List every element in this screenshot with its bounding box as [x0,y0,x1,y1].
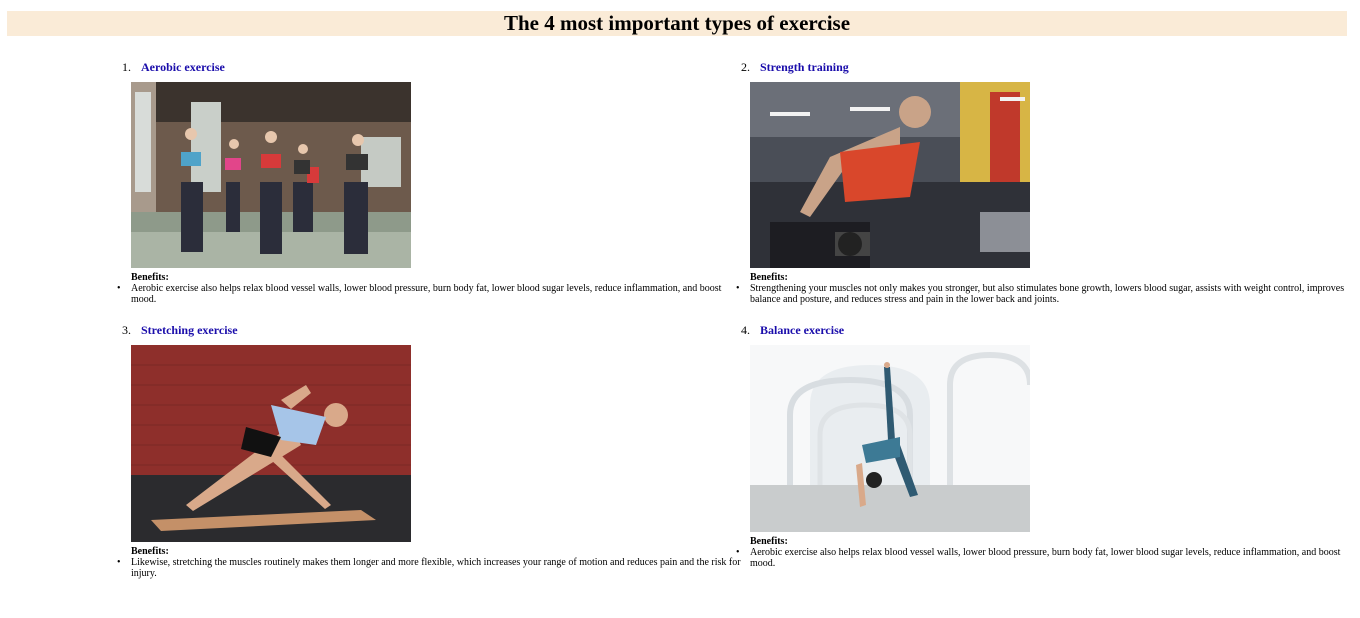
bullet-icon: • [736,283,740,294]
balance-exercise-photo [750,345,1030,532]
exercise-card-strength: 2. Strength training Benefits: • Strength… [736,58,1360,305]
bullet-icon: • [117,557,121,568]
strength-training-link[interactable]: Strength training [760,58,849,76]
exercise-card-aerobic: 1. Aerobic exercise Benefits: • Aerobic … [117,58,741,305]
page-title: The 4 most important types of exercise [7,11,1347,36]
list-number: 4. [741,323,750,337]
exercise-card-balance: 4. Balance exercise Benefits: •Aerobic [736,321,1360,569]
list-item: • Strengthening your muscles not only mak… [736,283,1350,305]
benefits-section: Benefits: • Aerobic exercise also helps r… [117,272,743,305]
benefits-label: Benefits: [750,272,788,283]
list-number: 3. [122,323,131,337]
list-item: • Likewise, stretching the muscles routin… [117,557,743,579]
benefits-label: Benefits: [131,272,169,283]
list-number: 2. [741,60,750,74]
card-title-row: 1. Aerobic exercise [122,58,741,76]
list-item: • Aerobic exercise also helps relax blood… [117,283,743,305]
aerobic-exercise-photo [131,82,411,268]
benefits-section: Benefits: • Strengthening your muscles no… [736,272,1350,305]
benefits-list: • Aerobic exercise also helps relax blood… [117,283,743,305]
benefits-list: • Likewise, stretching the muscles routin… [117,557,743,579]
benefit-text: Aerobic exercise also helps relax blood … [750,547,1341,569]
benefits-section: Benefits: • Aerobic exercise also helps r… [736,536,1356,569]
benefit-text: Strengthening your muscles not only make… [750,283,1345,305]
aerobic-exercise-link[interactable]: Aerobic exercise [141,58,225,76]
benefits-label: Benefits: [131,546,169,557]
strength-training-photo [750,82,1030,268]
exercise-card-stretching: 3. Stretching exercise Benefits: • Likewi… [117,321,741,579]
card-title-row: 4. Balance exercise [741,321,1360,339]
benefits-section: Benefits: • Likewise, stretching the musc… [117,546,743,579]
bullet-icon: • [117,283,121,294]
card-title-row: 2. Strength training [741,58,1360,76]
list-item: • Aerobic exercise also helps relax blood… [736,547,1356,569]
benefits-list: • Strengthening your muscles not only mak… [736,283,1350,305]
benefit-text: Aerobic exercise also helps relax blood … [131,283,722,305]
benefit-text: Likewise, stretching the muscles routine… [131,557,741,579]
list-number: 1. [122,60,131,74]
balance-exercise-link[interactable]: Balance exercise [760,321,844,339]
benefits-list: • Aerobic exercise also helps relax blood… [736,547,1356,569]
stretching-exercise-photo [131,345,411,542]
benefits-label: Benefits: [750,536,788,547]
stretching-exercise-link[interactable]: Stretching exercise [141,321,238,339]
bullet-icon: • [736,547,740,558]
card-title-row: 3. Stretching exercise [122,321,741,339]
